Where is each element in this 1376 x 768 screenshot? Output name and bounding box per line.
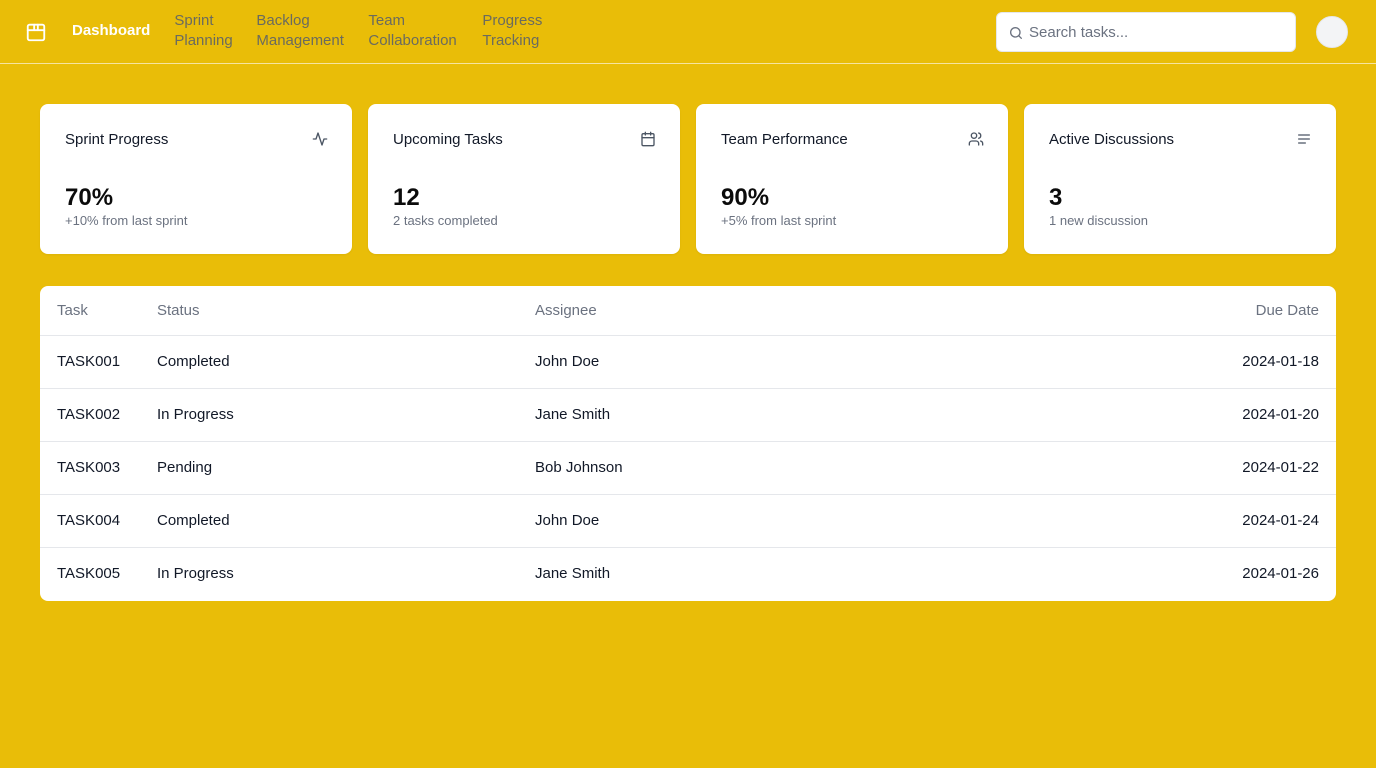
cell-due-date: 2024-01-24: [915, 494, 1336, 548]
card-value: 12: [393, 184, 420, 211]
cell-assignee: John Doe: [518, 335, 916, 389]
lines-icon: [1298, 134, 1310, 144]
table-row[interactable]: TASK001 Completed John Doe 2024-01-18: [40, 335, 1336, 389]
nav-item-team-collaboration[interactable]: Team Collaboration: [368, 11, 458, 51]
search-icon: [1010, 27, 1022, 39]
package-icon[interactable]: [25, 21, 47, 43]
stat-cards: Sprint Progress 70% +10% from last sprin…: [40, 104, 1336, 254]
cell-task: TASK003: [40, 441, 140, 495]
users-icon: [968, 132, 984, 146]
card-subtext: 1 new discussion: [1049, 213, 1148, 228]
table-row[interactable]: TASK002 In Progress Jane Smith 2024-01-2…: [40, 388, 1336, 442]
table-row[interactable]: TASK003 Pending Bob Johnson 2024-01-22: [40, 441, 1336, 495]
card-sprint-progress: Sprint Progress 70% +10% from last sprin…: [40, 104, 352, 254]
card-subtext: 2 tasks completed: [393, 213, 498, 228]
cell-assignee: Jane Smith: [518, 388, 916, 442]
column-header-due-date[interactable]: Due Date: [915, 286, 1336, 336]
cell-due-date: 2024-01-22: [915, 441, 1336, 495]
cell-status: Completed: [140, 494, 518, 548]
card-value: 70%: [65, 184, 114, 211]
cell-due-date: 2024-01-26: [1242, 565, 1319, 583]
nav-item-sprint-planning[interactable]: Sprint Planning: [174, 11, 232, 51]
main-nav: Dashboard Sprint Planning Backlog Manage…: [72, 11, 570, 51]
cell-assignee: John Doe: [518, 494, 916, 548]
nav-item-backlog-management[interactable]: Backlog Management: [256, 11, 344, 51]
card-subtext: +10% from last sprint: [65, 213, 188, 228]
avatar[interactable]: [1316, 16, 1348, 48]
card-subtext: +5% from last sprint: [721, 213, 837, 228]
cell-status: In Progress: [157, 565, 234, 583]
card-title: Sprint Progress: [65, 131, 169, 148]
cell-task: TASK001: [40, 335, 140, 389]
card-active-discussions: Active Discussions 3 1 new discussion: [1024, 104, 1336, 254]
cell-task: TASK002: [40, 388, 140, 442]
table-row[interactable]: TASK005 In Progress Jane Smith 2024-01-2…: [40, 547, 1336, 600]
card-title: Team Performance: [721, 131, 848, 148]
tasks-table: Task Status Assignee Due Date TASK001 Co…: [40, 286, 1336, 601]
cell-assignee: Bob Johnson: [518, 441, 916, 495]
calendar-icon: [641, 131, 655, 147]
cell-task: TASK004: [40, 494, 140, 548]
column-header-task[interactable]: Task: [40, 286, 140, 336]
cell-due-date: 2024-01-20: [915, 388, 1336, 442]
card-title: Active Discussions: [1049, 131, 1175, 148]
card-title: Upcoming Tasks: [393, 131, 503, 148]
nav-item-dashboard[interactable]: Dashboard: [72, 11, 150, 51]
table-row[interactable]: TASK004 Completed John Doe 2024-01-24: [40, 494, 1336, 548]
cell-assignee: Jane Smith: [535, 565, 611, 583]
cell-status: Pending: [140, 441, 518, 495]
activity-icon: [312, 132, 328, 146]
cell-status: In Progress: [140, 388, 518, 442]
card-value: 3: [1049, 184, 1063, 211]
search-input[interactable]: [1029, 13, 1289, 51]
cell-due-date: 2024-01-18: [915, 335, 1336, 389]
column-header-assignee[interactable]: Assignee: [518, 286, 916, 336]
top-navigation: Dashboard Sprint Planning Backlog Manage…: [0, 0, 1376, 64]
search-box: [996, 12, 1296, 52]
card-upcoming-tasks: Upcoming Tasks 12 2 tasks completed: [368, 104, 680, 254]
table-header-row: Task Status Assignee Due Date: [40, 286, 1336, 336]
card-team-performance: Team Performance 90% +5% from last sprin…: [696, 104, 1008, 254]
cell-status: Completed: [140, 335, 518, 389]
cell-task: TASK005: [57, 565, 121, 583]
card-value: 90%: [721, 184, 770, 211]
nav-item-progress-tracking[interactable]: Progress Tracking: [482, 11, 546, 51]
column-header-status[interactable]: Status: [140, 286, 518, 336]
